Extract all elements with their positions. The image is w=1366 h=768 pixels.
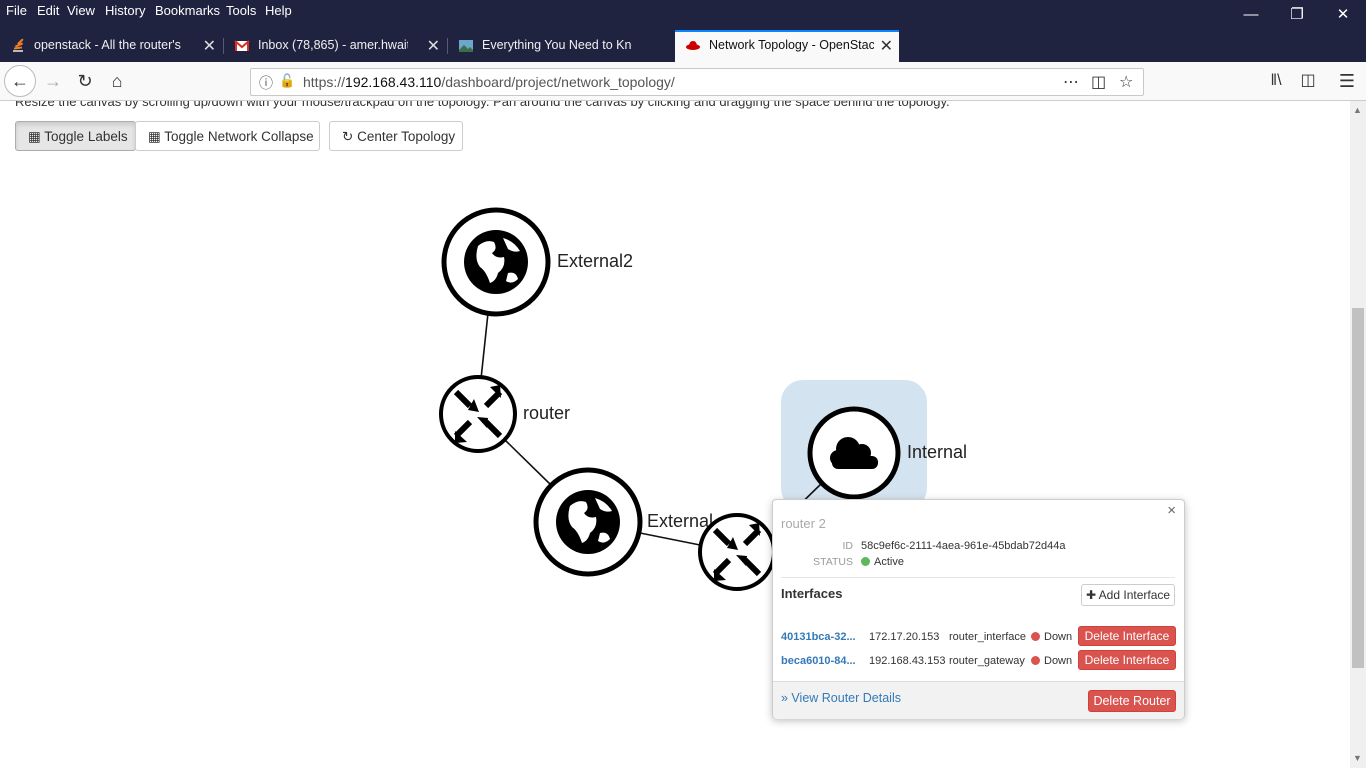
scroll-down-icon[interactable]: ▼ [1353, 753, 1362, 763]
tab-gmail-inbox[interactable]: Inbox (78,865) - amer.hwaitat@ ✕ [224, 30, 446, 62]
tab-network-topology[interactable]: Network Topology - OpenStack ✕ [675, 30, 899, 62]
image-icon [459, 40, 473, 52]
tab-title: Network Topology - OpenStack [709, 38, 874, 52]
reload-button[interactable]: ↻ [72, 68, 98, 94]
hamburger-menu-icon[interactable]: ☰ [1334, 68, 1360, 94]
tab-title: Everything You Need to Know t [482, 38, 632, 52]
url-text: https://192.168.43.110/dashboard/project… [303, 74, 675, 90]
add-interface-label: Add Interface [1098, 588, 1171, 602]
url-prefix: https:// [303, 74, 346, 90]
node-router2[interactable] [698, 513, 776, 591]
node-label-internal: Internal [907, 442, 967, 462]
menu-bar: File Edit View History Bookmarks Tools H… [0, 0, 1366, 30]
interface-status-text: Down [1044, 655, 1073, 667]
close-tab-icon[interactable]: ✕ [427, 36, 440, 56]
view-router-details-link[interactable]: » View Router Details [781, 691, 901, 705]
node-external2[interactable] [441, 207, 551, 317]
status-dot [1031, 656, 1040, 665]
interface-ip: 192.168.43.153 [869, 655, 946, 667]
link-router-external [504, 439, 553, 487]
id-value: 58c9ef6c-2111-4aea-961e-45bdab72d44a [861, 540, 1066, 552]
url-bar[interactable]: ⓘ 🔓 https://192.168.43.110/dashboard/pro… [250, 68, 1144, 96]
scroll-up-icon[interactable]: ▲ [1353, 105, 1362, 115]
node-label-external2: External2 [557, 251, 633, 271]
link-external2-router [480, 312, 489, 380]
menu-bookmarks[interactable]: Bookmarks [155, 3, 220, 18]
plus-icon: ✚ [1085, 588, 1096, 602]
node-router[interactable] [439, 375, 517, 453]
library-icon[interactable]: ‖\ [1263, 68, 1289, 94]
popup-footer: » View Router Details Delete Router [773, 681, 1184, 719]
forward-button[interactable]: → [40, 68, 66, 94]
home-button[interactable]: ⌂ [104, 68, 130, 94]
menu-view[interactable]: View [67, 3, 95, 18]
interface-type: router_gateway [949, 655, 1025, 667]
status-value: Active [861, 556, 904, 568]
interface-status: Down [1031, 631, 1072, 643]
tab-bar: openstack - All the router's inte ✕ Inbo… [0, 30, 1366, 87]
interface-status: Down [1031, 655, 1072, 667]
menu-history[interactable]: History [105, 3, 145, 18]
status-label: STATUS [813, 556, 853, 568]
id-label: ID [842, 540, 854, 552]
menu-file[interactable]: File [6, 3, 27, 18]
interface-id-link[interactable]: beca6010-84... [781, 655, 861, 667]
back-button[interactable]: ← [4, 65, 36, 97]
menu-tools[interactable]: Tools [226, 3, 256, 18]
page-actions-icon[interactable]: ⋯ [1063, 72, 1079, 92]
interface-row: beca6010-84... 192.168.43.153 router_gat… [781, 650, 1177, 672]
node-label-external: External [647, 511, 713, 531]
stackoverflow-icon [13, 38, 24, 52]
delete-router-button[interactable]: Delete Router [1088, 690, 1176, 712]
url-path: /dashboard/project/network_topology/ [441, 74, 675, 90]
tab-title: Inbox (78,865) - amer.hwaitat@ [258, 38, 408, 52]
status-dot [861, 557, 870, 566]
divider [781, 577, 1175, 578]
minimize-icon[interactable]: — [1228, 0, 1274, 30]
interface-row: 40131bca-32... 172.17.20.153 router_inte… [781, 626, 1177, 648]
router-name: router 2 [781, 516, 826, 531]
interface-ip: 172.17.20.153 [869, 631, 940, 643]
interface-type: router_interface [949, 631, 1027, 643]
scroll-thumb[interactable] [1352, 308, 1364, 668]
info-icon[interactable]: ⓘ [259, 73, 273, 93]
delete-interface-button[interactable]: Delete Interface [1078, 626, 1176, 646]
delete-interface-button[interactable]: Delete Interface [1078, 650, 1176, 670]
router-detail-popup: × router 2 ID 58c9ef6c-2111-4aea-961e-45… [772, 499, 1185, 719]
node-label-router: router [523, 403, 570, 423]
node-external[interactable] [533, 467, 643, 577]
tab-title: openstack - All the router's inte [34, 38, 184, 52]
link-external-router2 [639, 532, 701, 546]
bookmark-star-icon[interactable]: ☆ [1119, 72, 1133, 92]
sidebar-icon[interactable]: ◫ [1295, 68, 1321, 94]
tab-everything-you-need[interactable]: Everything You Need to Know t [448, 30, 674, 62]
node-internal[interactable] [807, 406, 901, 500]
menu-edit[interactable]: Edit [37, 3, 59, 18]
insecure-lock-icon[interactable]: 🔓 [279, 73, 295, 89]
close-icon[interactable]: × [1167, 502, 1176, 519]
interface-id-link[interactable]: 40131bca-32... [781, 631, 861, 643]
menu-help[interactable]: Help [265, 3, 292, 18]
redhat-icon [686, 41, 700, 50]
pocket-icon[interactable]: ◫ [1091, 72, 1106, 92]
interface-status-text: Down [1044, 631, 1073, 643]
add-interface-button[interactable]: ✚ Add Interface [1081, 584, 1175, 606]
gmail-icon [234, 40, 250, 51]
interfaces-header: Interfaces [781, 586, 843, 601]
close-window-icon[interactable]: ✕ [1320, 0, 1366, 30]
page-content: Resize the canvas by scrolling up/down w… [0, 101, 1350, 768]
close-tab-icon[interactable]: ✕ [203, 36, 216, 56]
tab-openstack-question[interactable]: openstack - All the router's inte ✕ [0, 30, 222, 62]
url-host: 192.168.43.110 [345, 74, 442, 90]
page-scrollbar[interactable]: ▲ ▼ [1350, 101, 1366, 768]
navigation-bar: ← → ↻ ⌂ ⓘ 🔓 https://192.168.43.110/dashb… [0, 62, 1366, 101]
status-dot [1031, 632, 1040, 641]
status-text: Active [874, 556, 904, 568]
restore-icon[interactable]: ❐ [1274, 0, 1320, 30]
close-tab-icon[interactable]: ✕ [880, 36, 893, 56]
